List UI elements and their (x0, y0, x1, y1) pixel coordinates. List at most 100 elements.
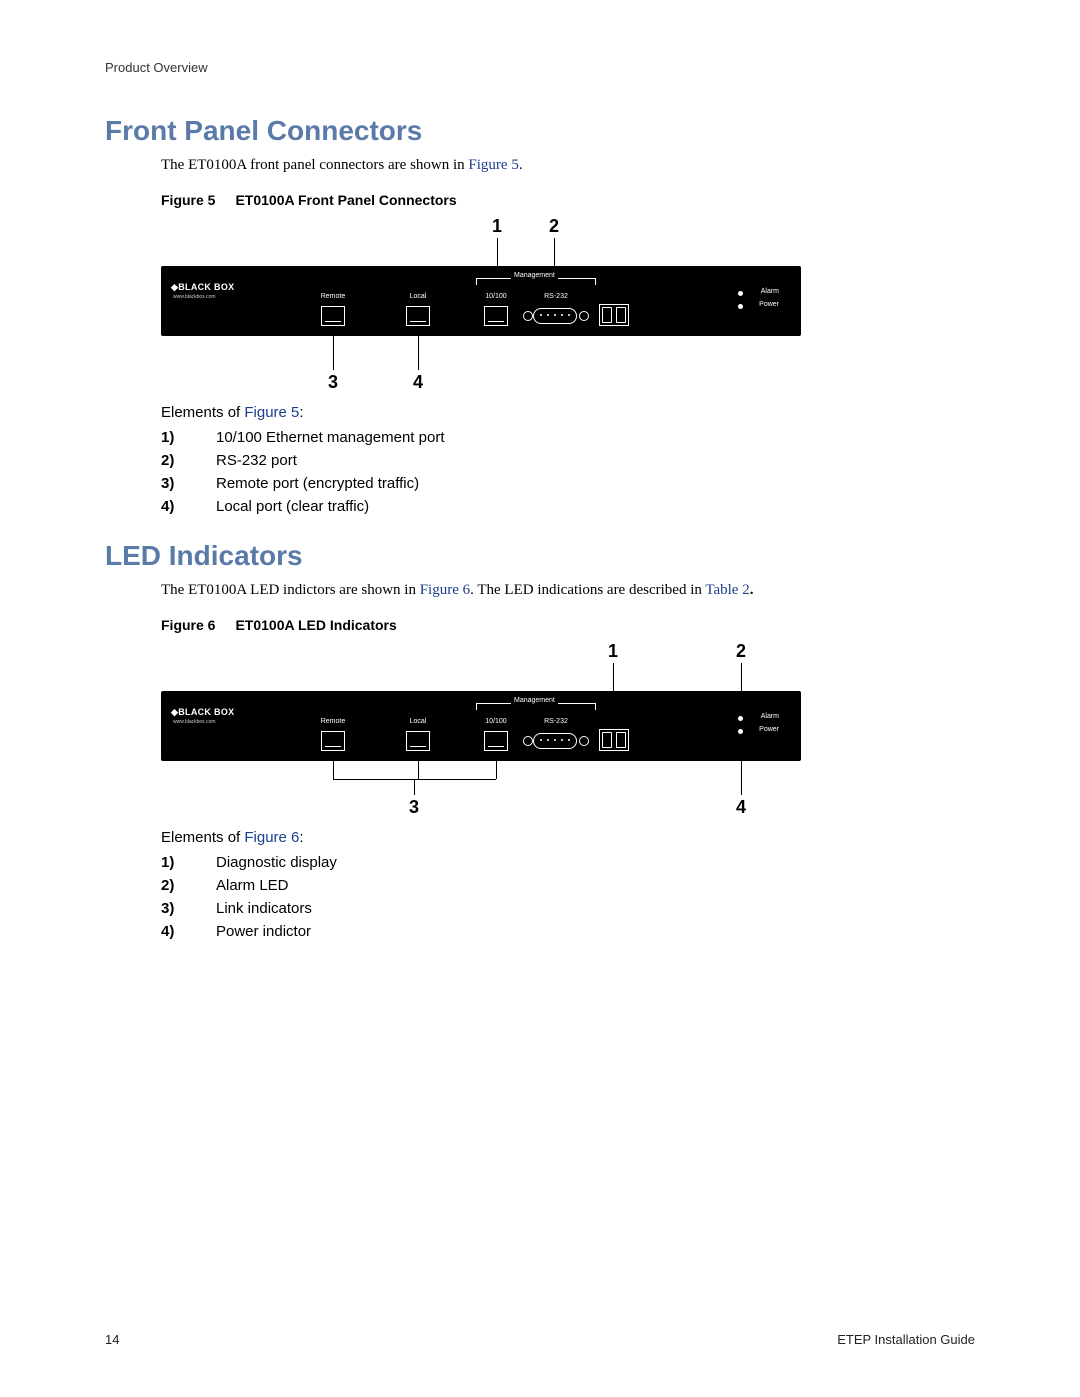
fig6-callout-3: 3 (409, 797, 419, 818)
elements2-pre: Elements of (161, 829, 244, 846)
figure5-link-2[interactable]: Figure 5 (244, 404, 299, 421)
list-item: 2)RS-232 port (161, 452, 975, 469)
fig5-callout-3: 3 (328, 372, 338, 393)
item-text: Local port (clear traffic) (216, 498, 369, 515)
alarm-led-icon (738, 716, 743, 721)
item-num: 2) (161, 452, 216, 469)
figure5-title: ET0100A Front Panel Connectors (235, 192, 456, 208)
device-front-panel: ◆BLACK BOX www.blackbox.com Remote Local… (161, 266, 801, 336)
intro-text-1: The ET0100A front panel connectors are s… (161, 157, 975, 174)
power-led-icon (738, 729, 743, 734)
alarm-label: Alarm (761, 288, 779, 295)
intro2-pre: The ET0100A LED indictors are shown in (161, 582, 420, 598)
guide-title: ETEP Installation Guide (837, 1332, 975, 1347)
power-led-icon (738, 304, 743, 309)
rs232-label: RS-232 (536, 718, 576, 725)
remote-label: Remote (313, 718, 353, 725)
item-text: Diagnostic display (216, 854, 337, 871)
elements2-post: : (299, 829, 303, 846)
diag-display-icon (599, 729, 629, 751)
fig6-callout-1: 1 (608, 641, 618, 662)
item-num: 2) (161, 877, 216, 894)
elements-post: : (299, 404, 303, 421)
remote-port-icon (321, 731, 345, 751)
list-item: 2)Alarm LED (161, 877, 975, 894)
local-label: Local (398, 293, 438, 300)
item-num: 3) (161, 900, 216, 917)
list-item: 4)Local port (clear traffic) (161, 498, 975, 515)
item-num: 3) (161, 475, 216, 492)
figure6-label: Figure 6 (161, 617, 215, 633)
list-item: 1)10/100 Ethernet management port (161, 429, 975, 446)
blackbox-url: www.blackbox.com (173, 719, 216, 725)
figure6-diagram: 1 2 ◆BLACK BOX www.blackbox.com Remote L… (161, 641, 975, 819)
item-text: Power indictor (216, 923, 311, 940)
figure5-legend: 1)10/100 Ethernet management port 2)RS-2… (161, 429, 975, 515)
item-num: 4) (161, 923, 216, 940)
elements-of-figure6: Elements of Figure 6: (161, 829, 975, 846)
mgmt-port-icon (484, 306, 508, 326)
power-label: Power (759, 726, 779, 733)
intro2-mid: . The LED indications are described in (470, 582, 705, 598)
intro2-post: . (750, 582, 754, 598)
item-num: 1) (161, 854, 216, 871)
management-label: Management (511, 272, 558, 279)
figure6-legend: 1)Diagnostic display 2)Alarm LED 3)Link … (161, 854, 975, 940)
item-num: 1) (161, 429, 216, 446)
item-text: 10/100 Ethernet management port (216, 429, 445, 446)
intro-text-2: The ET0100A LED indictors are shown in F… (161, 582, 975, 599)
item-text: Link indicators (216, 900, 312, 917)
list-item: 3)Link indicators (161, 900, 975, 917)
rs232-label: RS-232 (536, 293, 576, 300)
heading-front-panel-connectors: Front Panel Connectors (105, 115, 975, 147)
device-front-panel-2: ◆BLACK BOX www.blackbox.com Remote Local… (161, 691, 801, 761)
figure6-link[interactable]: Figure 6 (420, 582, 470, 598)
blackbox-logo: ◆BLACK BOX (171, 707, 234, 718)
diag-display-icon (599, 304, 629, 326)
page-number: 14 (105, 1332, 119, 1347)
intro-post: . (519, 157, 523, 173)
power-label: Power (759, 301, 779, 308)
remote-port-icon (321, 306, 345, 326)
list-item: 3)Remote port (encrypted traffic) (161, 475, 975, 492)
item-text: RS-232 port (216, 452, 297, 469)
figure6-title: ET0100A LED Indicators (235, 617, 396, 633)
page-header: Product Overview (105, 60, 975, 75)
serial-port-icon (533, 308, 577, 324)
fig6-callout-2: 2 (736, 641, 746, 662)
fig6-callout-4: 4 (736, 797, 746, 818)
figure5-caption: Figure 5 ET0100A Front Panel Connectors (161, 192, 975, 208)
item-text: Remote port (encrypted traffic) (216, 475, 419, 492)
table2-link[interactable]: Table 2 (705, 582, 749, 598)
management-label: Management (511, 697, 558, 704)
item-num: 4) (161, 498, 216, 515)
blackbox-logo: ◆BLACK BOX (171, 282, 234, 293)
figure6-link-2[interactable]: Figure 6 (244, 829, 299, 846)
fig5-callout-2: 2 (549, 216, 559, 237)
10-100-label: 10/100 (476, 293, 516, 300)
alarm-label: Alarm (761, 713, 779, 720)
heading-led-indicators: LED Indicators (105, 540, 975, 572)
serial-port-icon (533, 733, 577, 749)
local-label: Local (398, 718, 438, 725)
intro-pre: The ET0100A front panel connectors are s… (161, 157, 468, 173)
list-item: 1)Diagnostic display (161, 854, 975, 871)
page-footer: 14 ETEP Installation Guide (105, 1332, 975, 1347)
figure5-label: Figure 5 (161, 192, 215, 208)
elements-of-figure5: Elements of Figure 5: (161, 404, 975, 421)
mgmt-port-icon (484, 731, 508, 751)
remote-label: Remote (313, 293, 353, 300)
fig5-callout-4: 4 (413, 372, 423, 393)
blackbox-url: www.blackbox.com (173, 294, 216, 300)
item-text: Alarm LED (216, 877, 289, 894)
alarm-led-icon (738, 291, 743, 296)
figure5-diagram: 1 2 ◆BLACK BOX www.blackbox.com Remote L… (161, 216, 975, 394)
local-port-icon (406, 731, 430, 751)
10-100-label: 10/100 (476, 718, 516, 725)
list-item: 4)Power indictor (161, 923, 975, 940)
local-port-icon (406, 306, 430, 326)
elements-pre: Elements of (161, 404, 244, 421)
fig5-callout-1: 1 (492, 216, 502, 237)
figure6-caption: Figure 6 ET0100A LED Indicators (161, 617, 975, 633)
figure5-link[interactable]: Figure 5 (468, 157, 518, 173)
